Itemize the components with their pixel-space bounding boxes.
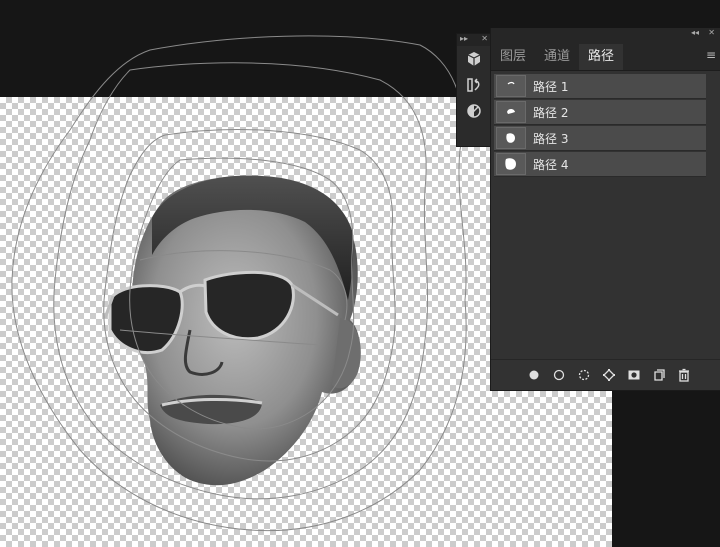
delete-path-icon[interactable] bbox=[671, 363, 696, 387]
close-panel-icon[interactable]: ✕ bbox=[708, 28, 715, 37]
create-new-path-icon[interactable] bbox=[646, 363, 671, 387]
path-row-4[interactable]: 路径 4 bbox=[494, 152, 706, 177]
fill-path-icon[interactable] bbox=[521, 363, 546, 387]
add-mask-icon[interactable] bbox=[621, 363, 646, 387]
path-thumbnail-icon bbox=[496, 101, 526, 123]
paths-panel: ◂◂ ✕ 图层 通道 路径 ≡ 路径 1 路径 2 路径 3 路径 4 bbox=[490, 28, 720, 391]
path-row-2[interactable]: 路径 2 bbox=[494, 100, 706, 125]
stroke-path-icon[interactable] bbox=[546, 363, 571, 387]
path-thumbnail-icon bbox=[496, 153, 526, 175]
path-list: 路径 1 路径 2 路径 3 路径 4 bbox=[491, 71, 720, 177]
tab-paths[interactable]: 路径 bbox=[579, 44, 624, 70]
path-row-3[interactable]: 路径 3 bbox=[494, 126, 706, 151]
tab-channels[interactable]: 通道 bbox=[535, 44, 579, 70]
path-thumbnail-icon bbox=[496, 75, 526, 97]
path-name: 路径 4 bbox=[533, 157, 569, 172]
3d-cube-icon[interactable] bbox=[457, 46, 491, 72]
panel-footer bbox=[491, 359, 720, 390]
panel-tabs: 图层 通道 路径 ≡ bbox=[491, 40, 720, 71]
path-name: 路径 2 bbox=[533, 105, 569, 120]
panel-title-strip[interactable]: ◂◂ ✕ bbox=[491, 28, 720, 40]
make-work-path-icon[interactable] bbox=[596, 363, 621, 387]
path-name: 路径 1 bbox=[533, 79, 569, 94]
collapse-panel-icon[interactable]: ◂◂ bbox=[691, 28, 699, 37]
tab-layers[interactable]: 图层 bbox=[491, 44, 535, 70]
adjustment-icon[interactable] bbox=[457, 98, 491, 124]
collapse-icon[interactable]: ▸▸ bbox=[460, 34, 468, 43]
history-brush-icon[interactable] bbox=[457, 72, 491, 98]
tool-strip-grip[interactable]: ▸▸ ✕ bbox=[457, 34, 491, 46]
close-icon[interactable]: ✕ bbox=[481, 34, 488, 43]
path-name: 路径 3 bbox=[533, 131, 569, 146]
panel-menu-icon[interactable]: ≡ bbox=[706, 48, 716, 62]
path-row-1[interactable]: 路径 1 bbox=[494, 74, 706, 99]
tool-strip: ▸▸ ✕ bbox=[456, 33, 492, 147]
path-thumbnail-icon bbox=[496, 127, 526, 149]
load-path-as-selection-icon[interactable] bbox=[571, 363, 596, 387]
